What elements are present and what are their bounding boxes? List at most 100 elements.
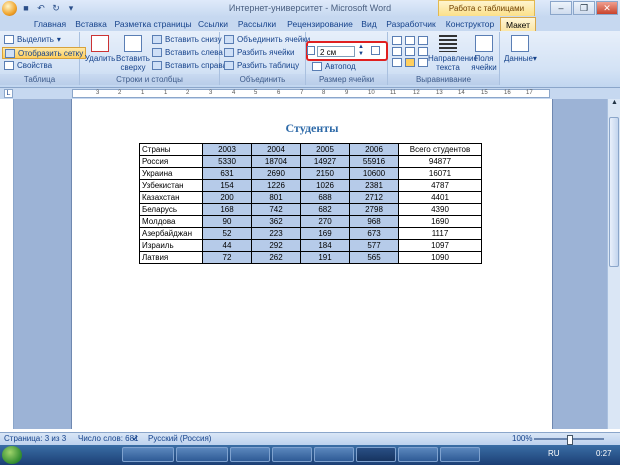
table-cell[interactable]: Узбекистан	[139, 179, 203, 192]
align-bottom-left-icon[interactable]	[392, 58, 402, 67]
table-cell[interactable]: 94877	[398, 155, 482, 168]
table-cell[interactable]: 1226	[251, 179, 301, 192]
table-cell[interactable]: 1097	[398, 239, 482, 252]
select-button[interactable]: Выделить ▾	[4, 35, 61, 44]
students-table[interactable]: Страны 2003 2004 2005 2006 Всего студентов Рос…	[139, 143, 482, 264]
table-cell[interactable]: 2690	[251, 167, 301, 180]
delete-button[interactable]: Удалить	[84, 35, 116, 63]
table-cell[interactable]: 270	[300, 215, 350, 228]
taskbar-item-4[interactable]	[272, 447, 312, 462]
table-cell[interactable]: 801	[251, 191, 301, 204]
align-bottom-center-icon[interactable]	[405, 58, 415, 67]
taskbar-item-6[interactable]	[398, 447, 438, 462]
table-cell[interactable]: 191	[300, 251, 350, 264]
autofit-button[interactable]: Автопод	[312, 62, 356, 71]
tab-selector[interactable]: L	[4, 89, 13, 98]
align-top-left-icon[interactable]	[392, 36, 402, 45]
table-cell[interactable]: 2798	[349, 203, 399, 216]
align-middle-right-icon[interactable]	[418, 47, 428, 56]
table-header-cell[interactable]: Всего студентов	[398, 143, 482, 156]
table-cell[interactable]: 55916	[349, 155, 399, 168]
show-grid-button[interactable]: Отобразить сетку	[2, 47, 87, 59]
tab-design[interactable]: Конструктор	[444, 17, 496, 31]
table-cell[interactable]: 184	[300, 239, 350, 252]
maximize-button[interactable]: ❐	[573, 1, 595, 15]
align-middle-center-icon[interactable]	[405, 47, 415, 56]
insert-left-button[interactable]: Вставить слева	[152, 48, 223, 57]
cell-height-input[interactable]: 2 см	[317, 46, 355, 57]
table-cell[interactable]: 72	[202, 251, 252, 264]
table-cell[interactable]: 4787	[398, 179, 482, 192]
vertical-ruler[interactable]	[3, 99, 14, 429]
table-cell[interactable]: 292	[251, 239, 301, 252]
table-cell[interactable]: 2150	[300, 167, 350, 180]
insert-above-button[interactable]: Вставить сверху	[116, 35, 150, 72]
align-top-center-icon[interactable]	[405, 36, 415, 45]
table-header-cell[interactable]: 2005	[300, 143, 350, 156]
taskbar-item-7[interactable]	[440, 447, 480, 462]
table-cell[interactable]: 631	[202, 167, 252, 180]
table-cell[interactable]: Израиль	[139, 239, 203, 252]
table-cell[interactable]: 682	[300, 203, 350, 216]
tab-page-layout[interactable]: Разметка страницы	[114, 17, 192, 31]
table-cell[interactable]: 362	[251, 215, 301, 228]
table-cell[interactable]: 688	[300, 191, 350, 204]
data-button[interactable]: Данные▾	[504, 35, 537, 63]
tab-developer[interactable]: Разработчик	[386, 17, 436, 31]
table-cell[interactable]: 16071	[398, 167, 482, 180]
proofing-icon[interactable]: ✔	[132, 434, 139, 443]
tab-layout[interactable]: Макет	[500, 17, 536, 31]
table-cell[interactable]: Молдова	[139, 215, 203, 228]
table-header-cell[interactable]: 2006	[349, 143, 399, 156]
language-tray[interactable]: RU	[548, 449, 560, 458]
insert-right-button[interactable]: Вставить справа	[152, 61, 227, 70]
table-cell[interactable]: 1090	[398, 251, 482, 264]
table-cell[interactable]: Россия	[139, 155, 203, 168]
table-cell[interactable]: 223	[251, 227, 301, 240]
tab-review[interactable]: Рецензирование	[286, 17, 354, 31]
tab-references[interactable]: Ссылки	[196, 17, 230, 31]
table-cell[interactable]: 2381	[349, 179, 399, 192]
table-cell[interactable]: 168	[202, 203, 252, 216]
properties-button[interactable]: Свойства	[4, 61, 52, 70]
table-cell[interactable]: 577	[349, 239, 399, 252]
tab-insert[interactable]: Вставка	[72, 17, 110, 31]
cell-margins-button[interactable]: Поля ячейки	[470, 35, 498, 72]
start-button[interactable]	[2, 446, 22, 464]
scroll-up-icon[interactable]: ▲	[608, 99, 620, 109]
taskbar-item-1[interactable]	[122, 447, 174, 462]
split-table-button[interactable]: Разбить таблицу	[224, 61, 299, 70]
table-cell[interactable]: 154	[202, 179, 252, 192]
table-header-cell[interactable]: Страны	[139, 143, 203, 156]
align-bottom-right-icon[interactable]	[418, 58, 428, 67]
table-header-cell[interactable]: 2003	[202, 143, 252, 156]
split-cells-button[interactable]: Разбить ячейки	[224, 48, 295, 57]
table-cell[interactable]: 169	[300, 227, 350, 240]
align-top-right-icon[interactable]	[418, 36, 428, 45]
table-cell[interactable]: 90	[202, 215, 252, 228]
table-cell[interactable]: 4401	[398, 191, 482, 204]
language-indicator[interactable]: Русский (Россия)	[148, 434, 211, 443]
table-cell[interactable]: 200	[202, 191, 252, 204]
table-cell[interactable]: 565	[349, 251, 399, 264]
tab-mailings[interactable]: Рассылки	[236, 17, 278, 31]
distribute-columns-icon[interactable]	[371, 46, 380, 55]
text-direction-button[interactable]: Направление текста	[428, 35, 478, 72]
zoom-slider-thumb[interactable]	[567, 435, 573, 445]
table-cell[interactable]: 44	[202, 239, 252, 252]
height-spinner[interactable]: ▲ ▼	[358, 44, 364, 58]
table-cell[interactable]: Казахстан	[139, 191, 203, 204]
tab-view[interactable]: Вид	[358, 17, 380, 31]
table-cell[interactable]: 4390	[398, 203, 482, 216]
table-cell[interactable]: 10600	[349, 167, 399, 180]
tab-home[interactable]: Главная	[30, 17, 70, 31]
table-cell[interactable]: Латвия	[139, 251, 203, 264]
table-cell[interactable]: 742	[251, 203, 301, 216]
table-cell[interactable]: Беларусь	[139, 203, 203, 216]
merge-cells-button[interactable]: Объединить ячейки	[224, 35, 310, 44]
table-cell[interactable]: 18704	[251, 155, 301, 168]
close-button[interactable]: ✕	[596, 1, 618, 15]
table-cell[interactable]: 1117	[398, 227, 482, 240]
scroll-thumb[interactable]	[609, 117, 619, 267]
table-cell[interactable]: 968	[349, 215, 399, 228]
